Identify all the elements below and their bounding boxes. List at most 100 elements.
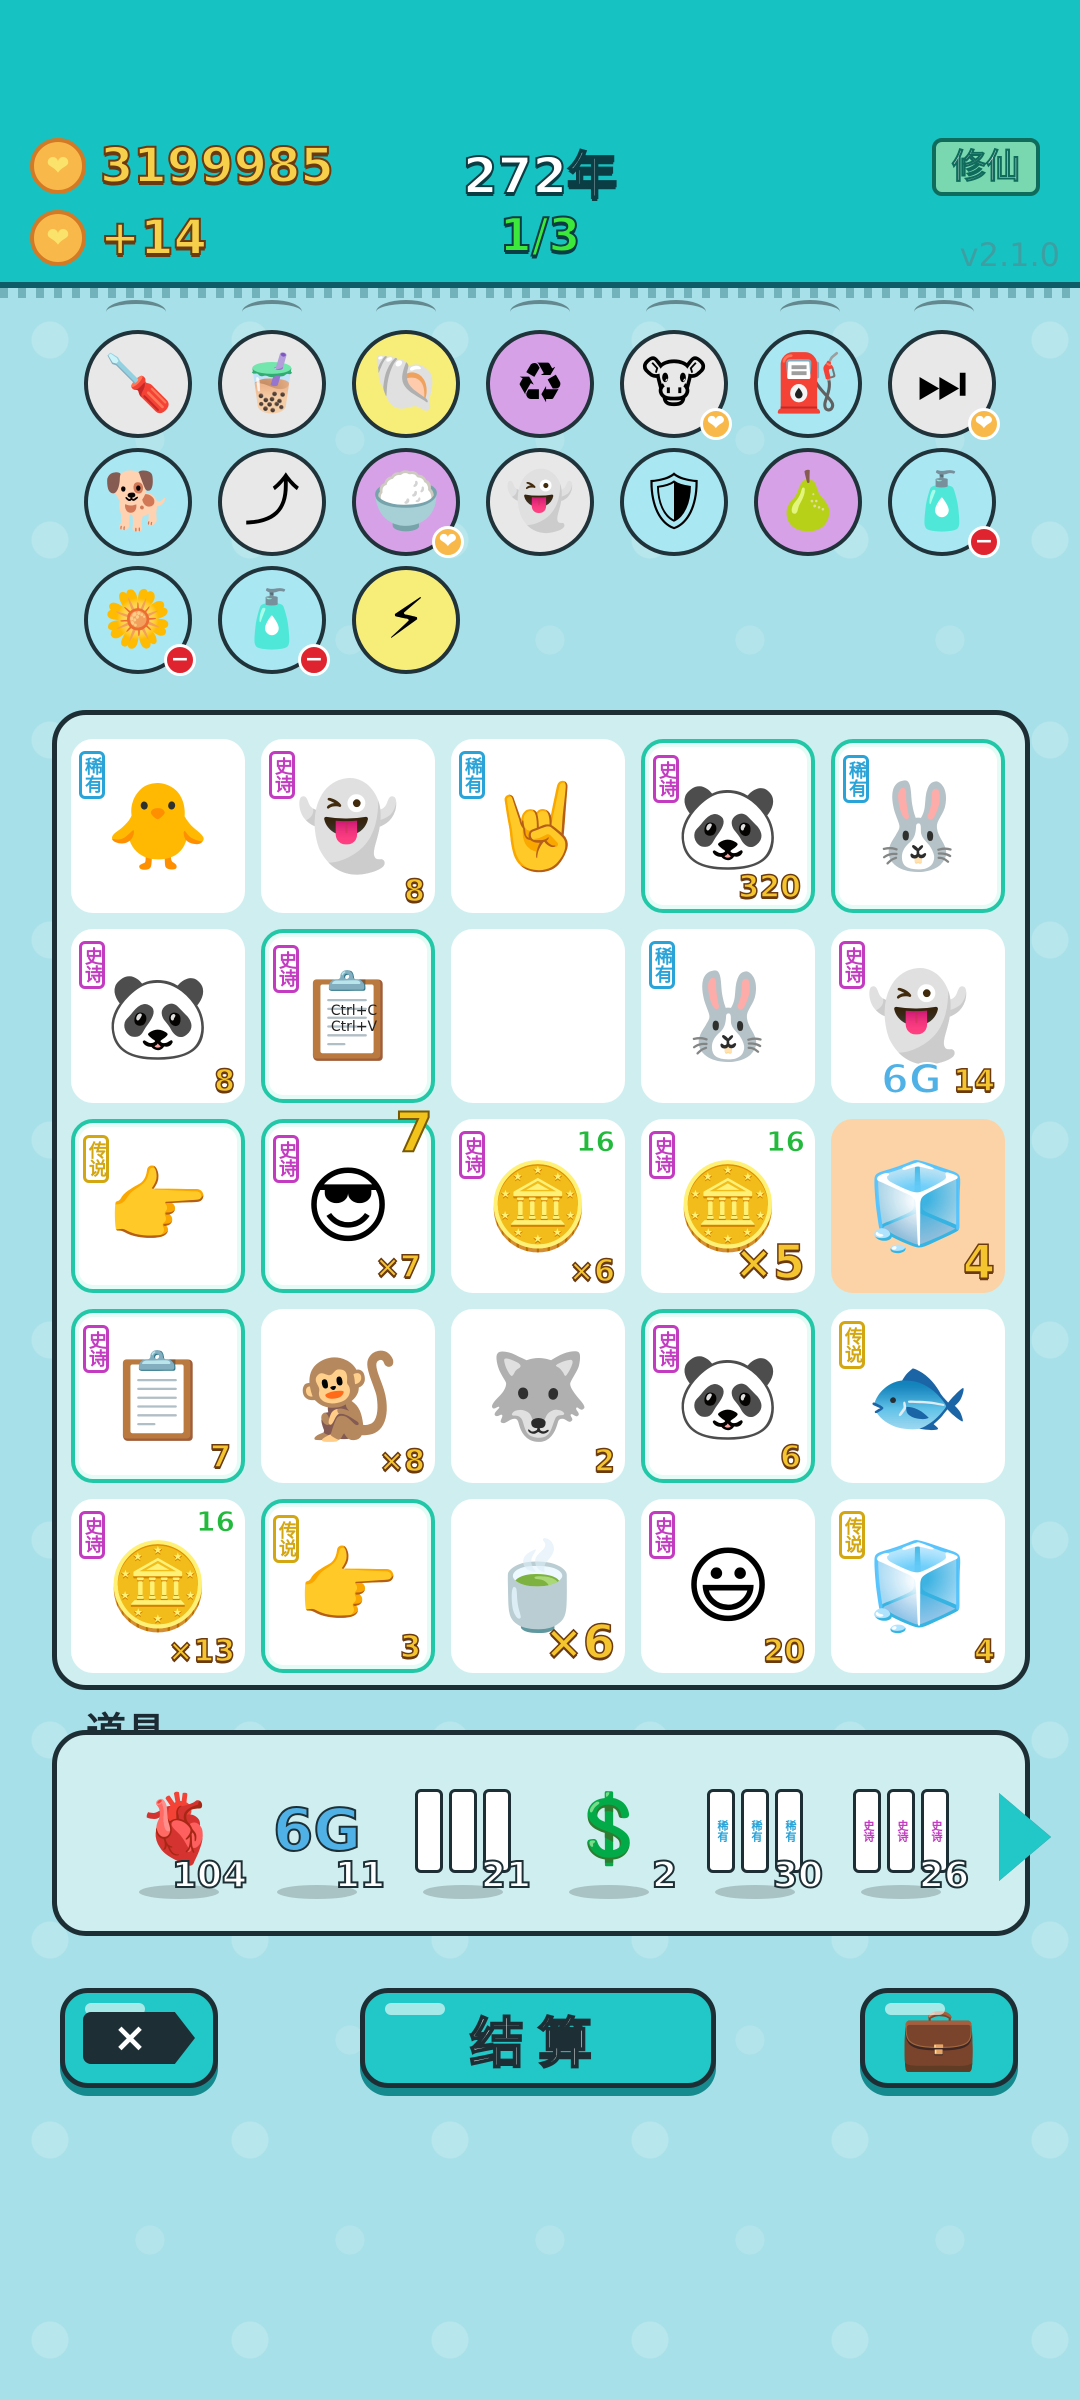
- rarity-badge: 传说: [839, 1321, 865, 1369]
- ghost-icon: 👻: [295, 777, 401, 875]
- shell-icon[interactable]: 🐚: [352, 330, 460, 438]
- rarity-badge: 史诗: [839, 941, 865, 989]
- milk-tea-icon-glyph: 🧋: [237, 351, 307, 416]
- board-cell[interactable]: 🐥 稀有: [71, 739, 245, 913]
- pump-icon[interactable]: ⛽: [754, 330, 862, 438]
- rarity-badge: 史诗: [653, 755, 679, 803]
- upgrade-arrow-icon[interactable]: ⤴: [218, 448, 326, 556]
- board-cell[interactable]: 🐼 史诗 320: [641, 739, 815, 913]
- lightning-icon[interactable]: ⚡: [352, 566, 460, 674]
- cool-dog-icon-glyph: 🐕: [103, 469, 173, 534]
- monkey-icon: 🐒: [295, 1347, 401, 1445]
- board-cell[interactable]: 🪙 史诗 ×13 16: [71, 1499, 245, 1673]
- ghost-wink-icon[interactable]: 👻: [486, 448, 594, 556]
- shield-wrench-icon-glyph: 🛡: [638, 469, 710, 534]
- prop-count: 2: [651, 1854, 678, 1897]
- blank-cards-icon[interactable]: 21: [403, 1785, 532, 1905]
- card-icon: 史诗: [887, 1789, 915, 1873]
- prop-shadow: [569, 1885, 649, 1899]
- board-cell[interactable]: 🐰 稀有: [641, 929, 815, 1103]
- skip-icon[interactable]: ⏭ ❤: [888, 330, 1000, 440]
- settle-label: 结算: [469, 2011, 606, 2076]
- inventory-button[interactable]: 💼: [860, 1988, 1018, 2088]
- bag-icon[interactable]: 🧴 −: [218, 566, 330, 676]
- flower-pot-icon[interactable]: 🌼 −: [84, 566, 196, 676]
- board-cell[interactable]: 😃 史诗 20: [641, 1499, 815, 1673]
- shield-wrench-icon[interactable]: 🛡: [620, 448, 728, 556]
- rock-hand-icon: 🤘: [485, 777, 591, 875]
- board-cell[interactable]: 🐰 稀有: [831, 739, 1005, 913]
- item-count: 7: [209, 1439, 231, 1476]
- board-cell[interactable]: 🐟 传说: [831, 1309, 1005, 1483]
- copy-paste-icon: 📋: [105, 1347, 211, 1445]
- xiuxian-button[interactable]: 修仙: [932, 138, 1040, 196]
- scrolled-skill-edge: [914, 300, 974, 324]
- pointing-hand-icon: 👉: [105, 1157, 211, 1255]
- board-cell[interactable]: 🪙 史诗 ×5 16: [641, 1119, 815, 1293]
- board-cell[interactable]: 🤘 稀有: [451, 739, 625, 913]
- board-cell[interactable]: 🧊 传说 4: [831, 1499, 1005, 1673]
- version-label: v2.1.0: [959, 236, 1060, 274]
- board-cell[interactable]: 🐒 ×8: [261, 1309, 435, 1483]
- cool-dog-icon[interactable]: 🐕: [84, 448, 192, 556]
- board-cell[interactable]: 👉 传说: [71, 1119, 245, 1293]
- liver-icon[interactable]: 🫀 104: [119, 1785, 248, 1905]
- rarity-badge: 传说: [839, 1511, 865, 1559]
- pump-icon-glyph: ⛽: [773, 351, 843, 416]
- year-display: 272年: [462, 146, 618, 206]
- coin-icon[interactable]: 💲 2: [549, 1785, 678, 1905]
- upgrade-arrow-icon-glyph: ⤴: [244, 469, 300, 534]
- card-icon: 史诗: [853, 1789, 881, 1873]
- recycle-icon-glyph: ♻: [514, 351, 566, 416]
- pomelo-icon-glyph: 🍐: [773, 469, 843, 534]
- bag-icon[interactable]: 🧴 −: [888, 448, 1000, 558]
- rare-cards-icon[interactable]: 稀有 稀有 稀有 30: [695, 1785, 824, 1905]
- rarity-badge: 史诗: [79, 1511, 105, 1559]
- item-count: 8: [403, 873, 425, 910]
- remove-button[interactable]: ×: [60, 1988, 218, 2088]
- epic-cards-icon[interactable]: 史诗 史诗 史诗 26: [841, 1785, 970, 1905]
- board-cell[interactable]: 🐺 2: [451, 1309, 625, 1483]
- board-cell[interactable]: 👻 史诗 8: [261, 739, 435, 913]
- panda-icon: 🐼: [675, 1347, 781, 1445]
- board-cell[interactable]: 📋 史诗 7: [71, 1309, 245, 1483]
- board-cell[interactable]: 😎 史诗 ×7 7: [261, 1100, 435, 1293]
- screwdriver-icon[interactable]: 🪛: [84, 330, 192, 438]
- board-cell[interactable]: 👻 史诗 14 6G: [831, 929, 1005, 1104]
- rabbit-icon: 🐰: [675, 967, 781, 1065]
- rarity-badge: 稀有: [843, 755, 869, 803]
- rarity-badge: 稀有: [649, 941, 675, 989]
- next-arrow-icon[interactable]: [999, 1793, 1051, 1881]
- milk-tea-icon[interactable]: 🧋: [218, 330, 326, 438]
- item-count: ×13: [167, 1633, 235, 1670]
- rarity-badge: 史诗: [649, 1131, 675, 1179]
- empty-slot[interactable]: [451, 929, 625, 1103]
- item-count: 2: [593, 1443, 615, 1480]
- shell-icon-glyph: 🐚: [371, 351, 441, 416]
- recycle-icon[interactable]: ♻: [486, 330, 594, 438]
- fridge-icon: 🧊: [865, 1157, 971, 1255]
- board-cell[interactable]: 🍵 ×6: [451, 1499, 625, 1673]
- board-cell[interactable]: 👉 传说 3: [261, 1499, 435, 1673]
- pointing-hand-icon: 👉: [295, 1537, 401, 1635]
- settle-button[interactable]: 结算: [360, 1988, 716, 2088]
- rabbit-icon: 🐰: [865, 777, 971, 875]
- scrolled-skill-edge: [376, 300, 436, 324]
- rice-bowl-icon[interactable]: 🍚 ❤: [352, 448, 464, 558]
- card-icon: [415, 1789, 443, 1873]
- coin-pie-icon: 🪙: [485, 1157, 591, 1255]
- fridge-icon: 🧊: [865, 1537, 971, 1635]
- bonus-tag: 16: [576, 1125, 616, 1159]
- board-cell[interactable]: 🧊 4: [831, 1119, 1005, 1293]
- board-cell[interactable]: 🪙 史诗 ×6 16: [451, 1119, 625, 1293]
- pomelo-icon[interactable]: 🍐: [754, 448, 862, 556]
- board-cell[interactable]: 🐼 史诗 6: [641, 1309, 815, 1483]
- cows-icon[interactable]: 🐮 ❤: [620, 330, 732, 440]
- board-cell[interactable]: 📋 Ctrl+C Ctrl+V 史诗: [261, 929, 435, 1103]
- coin-pie-icon: 🪙: [105, 1537, 211, 1635]
- board-cell[interactable]: 🐼 史诗 8: [71, 929, 245, 1103]
- 6g-icon[interactable]: 6G 11: [257, 1785, 386, 1905]
- item-count: ×6: [544, 1614, 616, 1670]
- round-display: 1/3: [499, 207, 582, 263]
- item-count: 14: [953, 1063, 996, 1100]
